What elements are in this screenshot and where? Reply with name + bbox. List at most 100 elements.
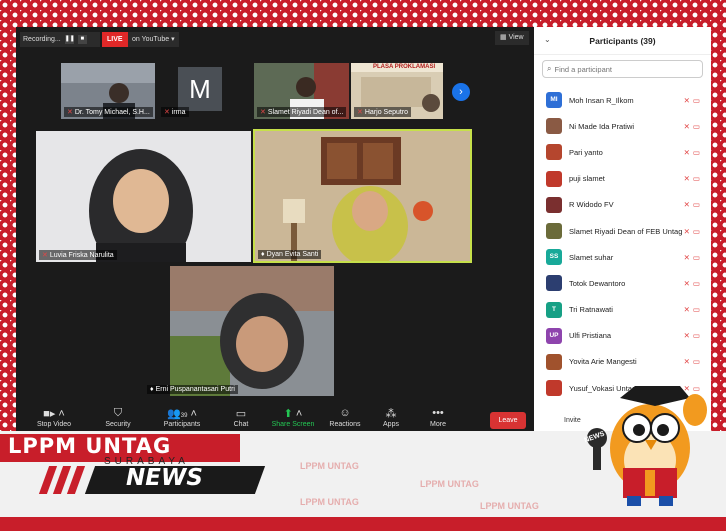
avatar: [546, 380, 562, 397]
watermark-text: LPPM UNTAG: [480, 501, 539, 511]
avatar: MI: [546, 92, 562, 109]
participant-row[interactable]: UP Ulfi Pristiana ✕▭: [534, 323, 711, 349]
grid-icon: ▦: [500, 34, 509, 41]
mic-muted-icon: ✕▭: [683, 147, 703, 157]
mic-muted-icon: ✕▭: [683, 200, 703, 210]
participant-name-label: ✕ irma: [161, 107, 189, 117]
participant-name-label: ♦ Erni Puspanantasari Putri: [147, 385, 238, 394]
video-camera-icon: ■▸ ˄: [43, 408, 65, 420]
mic-muted-icon: ✕▭: [683, 357, 703, 367]
thumbnail-tile[interactable]: ✕ Slamet Riyadi Dean of...: [254, 63, 349, 119]
participant-row[interactable]: Totok Dewantoro ✕▭: [534, 270, 711, 296]
watermark-text: LPPM UNTAG: [420, 479, 479, 489]
chat-bubble-icon: ▭: [235, 408, 247, 420]
avatar: [546, 275, 562, 292]
view-button[interactable]: ▦ View: [495, 31, 529, 45]
people-icon: 👥39 ˄: [167, 408, 197, 420]
participant-name: Totok Dewantoro: [569, 278, 626, 288]
lppm-logo-text: LPPM UNTAG: [8, 434, 172, 458]
participant-name-label: ✕ Dr. Tomy Michael, S.H...: [64, 107, 153, 117]
recording-label: Recording...: [23, 36, 61, 43]
mic-icon: ♦: [261, 251, 265, 258]
decorative-stripe: [66, 466, 86, 494]
thumbnail-tile[interactable]: PLASA PROKLAMASI ✕ Harjo Seputro: [351, 63, 443, 119]
stop-video-button[interactable]: ■▸ ˄ Stop Video: [24, 407, 84, 428]
owl-mascot-icon: [587, 386, 707, 506]
avatar: [546, 118, 562, 135]
participant-name: Slamet suhar: [569, 252, 614, 262]
watermark-text: LPPM UNTAG: [300, 461, 359, 471]
mic-icon: ♦: [150, 386, 154, 393]
thumbnail-tile[interactable]: M ✕ irma: [158, 63, 251, 119]
avatar: [546, 144, 562, 161]
security-button[interactable]: ⛉ Security: [88, 407, 148, 428]
mic-muted-icon: ✕▭: [683, 331, 703, 341]
avatar: UP: [546, 327, 562, 344]
meeting-topbar: Recording... ❚❚ ■ LIVE on YouTube ▾ ▦ Vi…: [16, 27, 534, 51]
participant-name-label: ✕ Harjo Seputro: [354, 107, 412, 117]
search-input[interactable]: [554, 64, 695, 74]
participant-name: Slamet Riyadi Dean of FEB Untag: [569, 226, 683, 236]
mic-muted-icon: ✕▭: [683, 95, 703, 105]
gallery-video-tile[interactable]: ♦ Dyan Evita Santi: [253, 129, 472, 263]
participant-row[interactable]: Yovita Arie Mangesti ✕▭: [534, 349, 711, 375]
gallery-video-tile[interactable]: ♦ Erni Puspanantasari Putri: [144, 266, 360, 396]
mic-muted-icon: ✕▭: [683, 278, 703, 288]
participant-row[interactable]: Pari yanto ✕▭: [534, 139, 711, 165]
youtube-stream-dropdown[interactable]: on YouTube ▾: [128, 32, 179, 47]
avatar: T: [546, 301, 562, 318]
avatar: [546, 170, 562, 187]
participant-name: Ulfi Pristiana: [569, 331, 612, 341]
avatar: M: [178, 67, 222, 111]
participant-name: Pari yanto: [569, 147, 603, 157]
participant-video-icon: [36, 131, 251, 262]
mic-muted-icon: ✕▭: [683, 252, 703, 262]
avatar: [546, 223, 562, 240]
share-screen-icon: ⬆ ˄: [283, 408, 303, 420]
participant-list: MI Moh Insan R_Ilkom ✕▭ Ni Made Ida Pratiwi…: [534, 87, 711, 401]
leave-button[interactable]: Leave: [490, 412, 526, 429]
chevron-right-icon[interactable]: ›: [452, 83, 470, 101]
stream-target-label: on YouTube: [132, 36, 170, 43]
participant-name: Yovita Arie Mangesti: [569, 357, 637, 367]
search-icon: ⌕: [547, 64, 552, 73]
stop-recording-icon[interactable]: ■: [77, 35, 87, 44]
chevron-down-icon: ▾: [171, 36, 175, 43]
share-screen-button[interactable]: ⬆ ˄ Share Screen: [263, 407, 323, 428]
more-button[interactable]: ••• More: [408, 407, 468, 428]
participant-row[interactable]: SS Slamet suhar ✕▭: [534, 244, 711, 270]
chat-button[interactable]: ▭ Chat: [211, 407, 271, 428]
participant-search: ⌕: [542, 60, 703, 78]
participant-row[interactable]: Ni Made Ida Pratiwi ✕▭: [534, 113, 711, 139]
panel-header: ⌄ Participants (39): [534, 27, 711, 55]
thumbnail-tile[interactable]: ✕ Dr. Tomy Michael, S.H...: [61, 63, 155, 119]
ellipsis-icon: •••: [432, 407, 444, 419]
bottom-strip: [0, 517, 726, 531]
gallery-video-tile[interactable]: ✕ Luvia Friska Narulita: [36, 131, 251, 262]
mic-muted-icon: ✕▭: [683, 305, 703, 315]
participant-name: Tri Ratnawati: [569, 305, 613, 315]
live-badge[interactable]: LIVE: [102, 32, 128, 47]
recording-indicator: Recording... ❚❚ ■: [20, 32, 100, 47]
mic-muted-icon: ✕▭: [683, 174, 703, 184]
participant-name-label: ✕ Luvia Friska Narulita: [39, 250, 117, 260]
mic-muted-icon: ✕: [357, 109, 363, 116]
participant-name-label: ♦ Dyan Evita Santi: [258, 250, 322, 259]
participant-name-label: ✕ Slamet Riyadi Dean of...: [257, 107, 347, 117]
mic-muted-icon: ✕▭: [683, 226, 703, 236]
participant-row[interactable]: puji slamet ✕▭: [534, 166, 711, 192]
participant-row[interactable]: R Widodo FV ✕▭: [534, 192, 711, 218]
avatar: [546, 353, 562, 370]
participant-video-icon: [255, 131, 470, 261]
participants-button[interactable]: 👥39 ˄ Participants: [152, 407, 212, 428]
view-label: View: [508, 34, 524, 41]
panel-title: Participants (39): [589, 36, 656, 46]
participant-row[interactable]: T Tri Ratnawati ✕▭: [534, 297, 711, 323]
pause-recording-icon[interactable]: ❚❚: [64, 35, 75, 44]
participant-row[interactable]: MI Moh Insan R_Ilkom ✕▭: [534, 87, 711, 113]
participant-name: R Widodo FV: [569, 200, 614, 210]
avatar: [546, 196, 562, 213]
participant-row[interactable]: Slamet Riyadi Dean of FEB Untag ✕▭: [534, 218, 711, 244]
mic-muted-icon: ✕: [42, 252, 48, 259]
mic-muted-icon: ✕: [260, 109, 266, 116]
